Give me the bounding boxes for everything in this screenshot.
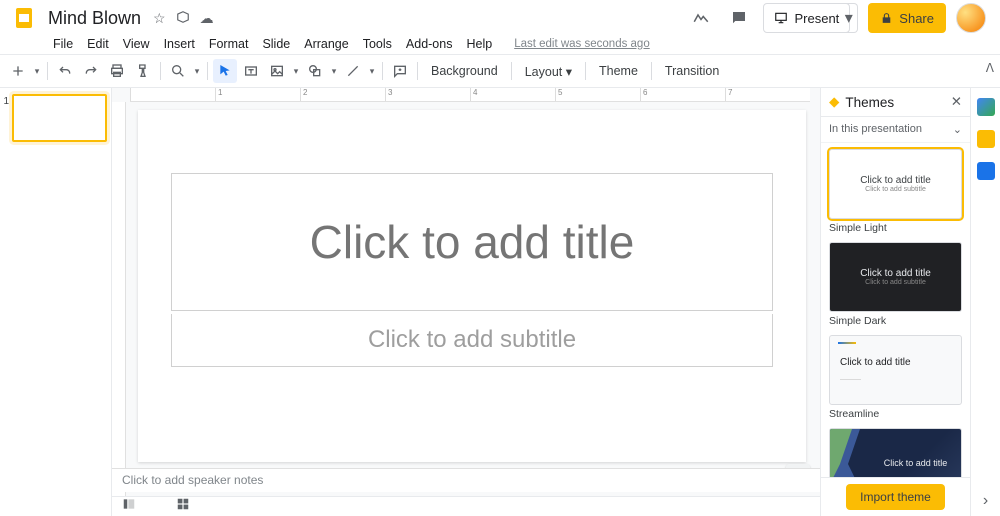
menu-view[interactable]: View: [116, 35, 157, 53]
print-button[interactable]: [105, 59, 129, 83]
image-dropdown[interactable]: ▾: [291, 66, 301, 77]
menu-file[interactable]: File: [46, 35, 80, 53]
grid-view-icon[interactable]: [176, 497, 190, 516]
theme-simple-dark[interactable]: Click to add titleClick to add subtitle …: [829, 242, 962, 327]
move-icon[interactable]: [176, 10, 190, 27]
toolbar: ▾ ▾ ▾ ▾ ▾ Background Layout ▾ Theme Tran…: [0, 54, 1000, 88]
star-icon[interactable]: ☆: [153, 10, 166, 27]
themes-header: ◆ Themes ✕: [821, 88, 970, 117]
cloud-status-icon[interactable]: ☁: [200, 10, 214, 27]
doc-title[interactable]: Mind Blown: [42, 6, 147, 31]
menu-tools[interactable]: Tools: [356, 35, 399, 53]
filmstrip-view-icon[interactable]: [122, 497, 136, 516]
present-dropdown[interactable]: ▾: [840, 3, 858, 33]
layout-button[interactable]: Layout ▾: [517, 64, 580, 79]
menu-addons[interactable]: Add-ons: [399, 35, 460, 53]
paint-format-button[interactable]: [131, 59, 155, 83]
undo-button[interactable]: [53, 59, 77, 83]
themes-title: Themes: [845, 95, 894, 110]
themes-list[interactable]: Click to add titleClick to add subtitle …: [821, 143, 970, 516]
new-slide-dropdown[interactable]: ▾: [32, 66, 42, 77]
slide-number: 1: [2, 94, 12, 142]
title-icons: ☆ ☁: [153, 10, 214, 27]
themes-palette-icon: ◆: [829, 94, 839, 110]
account-avatar[interactable]: [956, 3, 986, 33]
subtitle-placeholder[interactable]: Click to add subtitle: [171, 314, 772, 367]
close-themes-icon[interactable]: ✕: [951, 94, 962, 110]
keep-addon-icon[interactable]: [977, 130, 995, 148]
canvas-area: 1234567 Click to add title Click to add …: [112, 88, 820, 516]
line-tool[interactable]: [341, 59, 365, 83]
shape-dropdown[interactable]: ▾: [329, 66, 339, 77]
collapse-toolbar-icon[interactable]: ᐱ: [986, 61, 994, 75]
present-button[interactable]: Present: [763, 3, 850, 33]
slides-logo-icon[interactable]: [12, 6, 36, 30]
import-theme-bar: Import theme: [821, 477, 970, 516]
last-edit-link[interactable]: Last edit was seconds ago: [507, 36, 657, 52]
new-slide-button[interactable]: [6, 59, 30, 83]
import-theme-button[interactable]: Import theme: [846, 484, 945, 510]
menu-format[interactable]: Format: [202, 35, 256, 53]
zoom-button[interactable]: [166, 59, 190, 83]
menu-arrange[interactable]: Arrange: [297, 35, 355, 53]
line-dropdown[interactable]: ▾: [367, 66, 377, 77]
top-right-controls: Present ▾ Share: [687, 3, 986, 33]
tasks-addon-icon[interactable]: [977, 162, 995, 180]
activity-icon[interactable]: [687, 4, 715, 32]
chevron-down-icon: ⌄: [953, 123, 962, 136]
comment-tool[interactable]: [388, 59, 412, 83]
theme-simple-light[interactable]: Click to add titleClick to add subtitle …: [829, 149, 962, 234]
menu-help[interactable]: Help: [459, 35, 499, 53]
redo-button[interactable]: [79, 59, 103, 83]
themes-panel: ◆ Themes ✕ In this presentation⌄ Click t…: [820, 88, 970, 516]
title-placeholder-text: Click to add title: [310, 215, 635, 269]
textbox-tool[interactable]: [239, 59, 263, 83]
titlebar: Mind Blown ☆ ☁ Present ▾ Share: [0, 0, 1000, 34]
slide-thumb-1[interactable]: 1: [0, 94, 111, 142]
view-bar: [112, 496, 820, 516]
share-button[interactable]: Share: [868, 3, 946, 33]
zoom-dropdown[interactable]: ▾: [192, 66, 202, 77]
filmstrip[interactable]: 1: [0, 88, 112, 516]
speaker-notes[interactable]: Click to add speaker notes: [112, 468, 820, 492]
background-button[interactable]: Background: [423, 64, 506, 78]
menu-insert[interactable]: Insert: [157, 35, 202, 53]
horizontal-ruler[interactable]: 1234567: [130, 88, 810, 102]
themes-section-toggle[interactable]: In this presentation⌄: [821, 117, 970, 143]
title-placeholder[interactable]: Click to add title: [171, 173, 772, 310]
menubar: File Edit View Insert Format Slide Arran…: [0, 34, 1000, 54]
side-rail: ›: [970, 88, 1000, 516]
vertical-ruler[interactable]: [112, 102, 126, 516]
theme-button[interactable]: Theme: [591, 64, 646, 78]
calendar-addon-icon[interactable]: [977, 98, 995, 116]
transition-button[interactable]: Transition: [657, 64, 727, 78]
comments-icon[interactable]: [725, 4, 753, 32]
subtitle-placeholder-text: Click to add subtitle: [368, 326, 576, 354]
slide-canvas[interactable]: Click to add title Click to add subtitle: [138, 110, 806, 462]
menu-slide[interactable]: Slide: [255, 35, 297, 53]
shape-tool[interactable]: [303, 59, 327, 83]
select-tool[interactable]: [213, 59, 237, 83]
image-tool[interactable]: [265, 59, 289, 83]
main-area: 1 1234567 Click to add title Click to ad…: [0, 88, 970, 516]
menu-edit[interactable]: Edit: [80, 35, 116, 53]
theme-streamline[interactable]: Click to add title——— Streamline: [829, 335, 962, 420]
slide-thumbnail[interactable]: [12, 94, 107, 142]
side-rail-expand-icon[interactable]: ›: [983, 492, 988, 510]
